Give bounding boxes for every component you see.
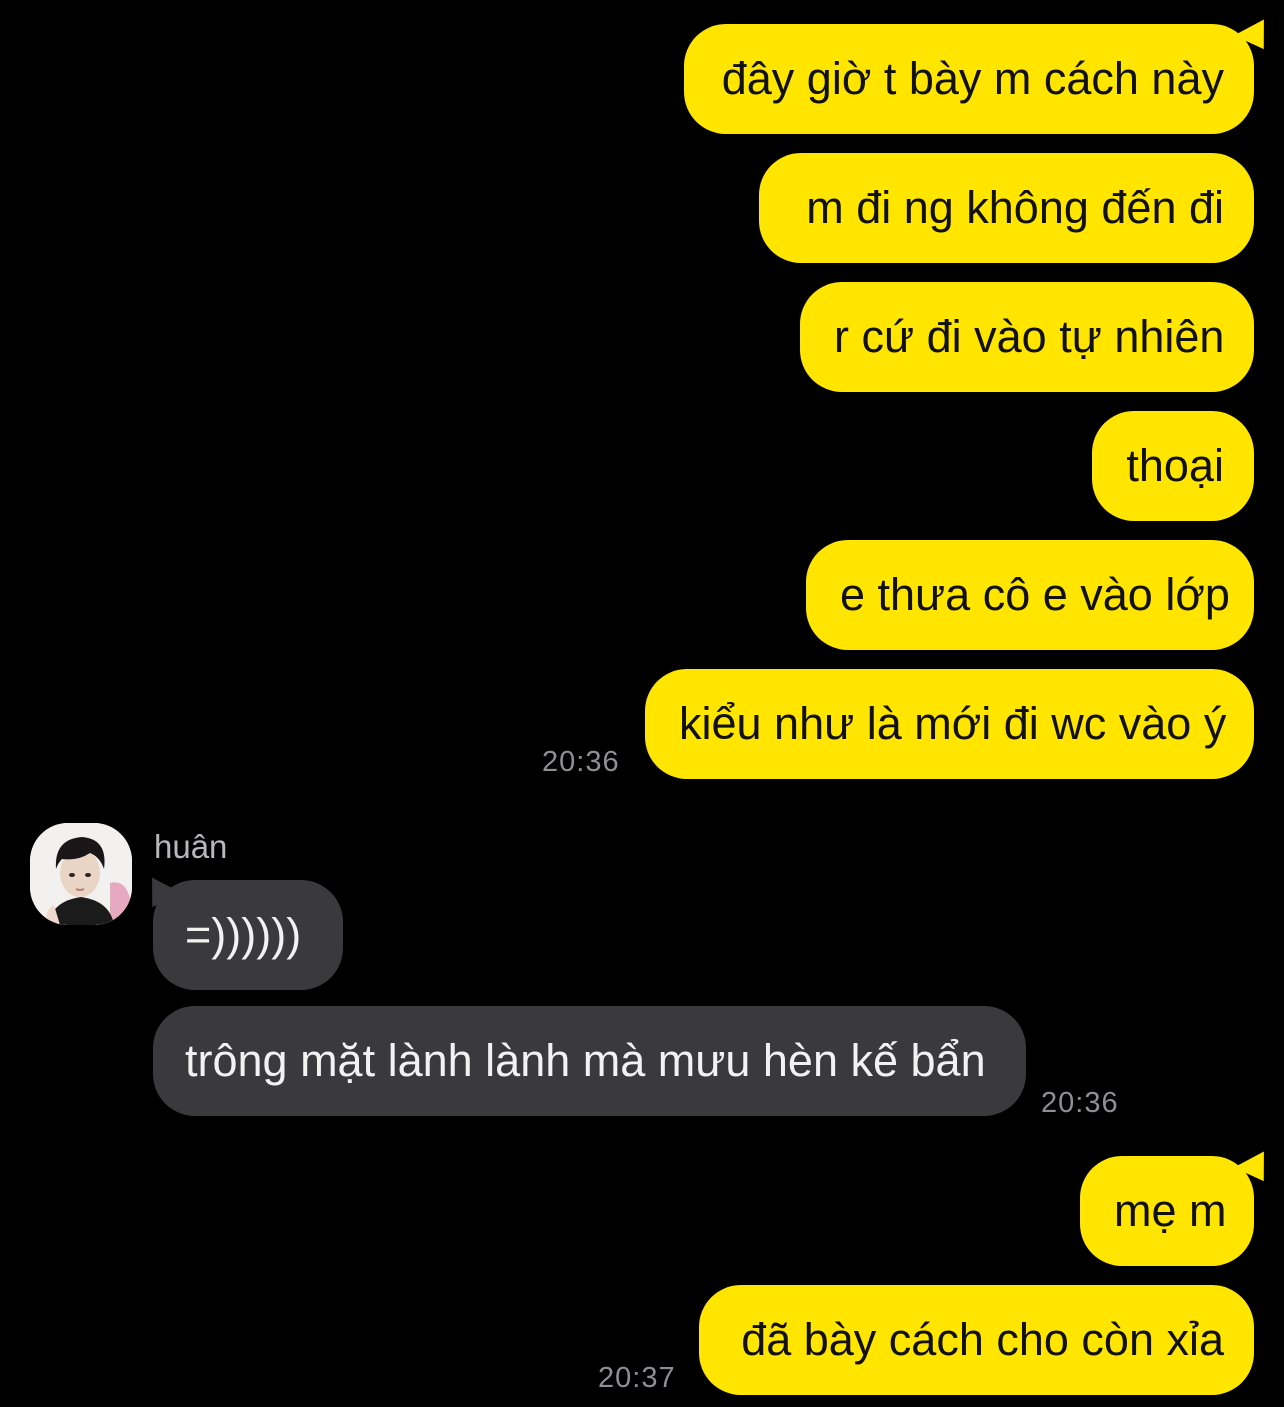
outgoing-message[interactable]: thoại [1092, 411, 1254, 521]
outgoing-message[interactable]: r cứ đi vào tự nhiên [800, 282, 1254, 392]
outgoing-message[interactable]: kiểu như là mới đi wc vào ý [645, 669, 1254, 779]
outgoing-message[interactable]: đây giờ t bày m cách này [684, 24, 1254, 134]
avatar-photo [30, 823, 132, 925]
sender-name: huân [154, 828, 228, 865]
message-timestamp: 20:36 [1041, 1087, 1119, 1119]
outgoing-message[interactable]: e thưa cô e vào lớp [806, 540, 1254, 650]
outgoing-message[interactable]: m đi ng không đến đi [759, 153, 1254, 263]
message-timestamp: 20:37 [598, 1362, 676, 1394]
incoming-message[interactable]: trông mặt lành lành mà mưu hèn kế bẩn [153, 1006, 1026, 1116]
outgoing-message[interactable]: mẹ m [1080, 1156, 1254, 1266]
incoming-message[interactable]: =)))))) [153, 880, 343, 990]
contact-avatar[interactable] [30, 823, 132, 925]
outgoing-message[interactable]: đã bày cách cho còn xỉa [699, 1285, 1254, 1395]
message-timestamp: 20:36 [542, 746, 620, 778]
